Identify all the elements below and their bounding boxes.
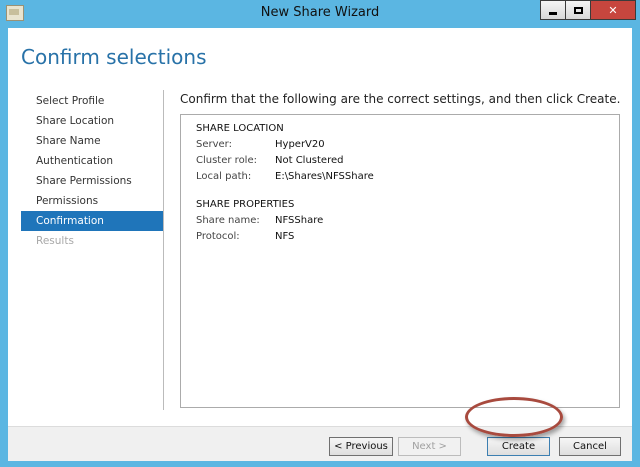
create-button[interactable]: Create [487, 437, 550, 456]
summary-row: Local path: E:\Shares\NFSShare [196, 171, 374, 182]
nav-item-share-permissions[interactable]: Share Permissions [21, 171, 163, 191]
nav-item-confirmation[interactable]: Confirmation [21, 211, 163, 231]
summary-row: Server: HyperV20 [196, 139, 325, 150]
nav-item-share-name[interactable]: Share Name [21, 131, 163, 151]
section-title-share-location: SHARE LOCATION [196, 123, 284, 134]
maximize-icon [573, 6, 583, 14]
summary-row: Protocol: NFS [196, 231, 295, 242]
nav-item-select-profile[interactable]: Select Profile [21, 91, 163, 111]
page-title: Confirm selections [21, 45, 207, 69]
wizard-content: Confirm selections Select Profile Share … [8, 28, 632, 461]
nav-item-authentication[interactable]: Authentication [21, 151, 163, 171]
nav-item-permissions[interactable]: Permissions [21, 191, 163, 211]
button-bar: < Previous Next > Create Cancel [8, 426, 632, 461]
nav-item-share-location[interactable]: Share Location [21, 111, 163, 131]
close-icon: ✕ [608, 3, 618, 17]
section-title-share-properties: SHARE PROPERTIES [196, 199, 295, 210]
minimize-button[interactable] [540, 0, 566, 20]
wizard-window: New Share Wizard ✕ Confirm selections Se… [0, 0, 640, 467]
summary-row: Cluster role: Not Clustered [196, 155, 344, 166]
close-button[interactable]: ✕ [590, 0, 636, 20]
minimize-icon [549, 12, 557, 15]
summary-panel: SHARE LOCATION Server: HyperV20 Cluster r… [180, 114, 620, 408]
wizard-steps-nav: Select Profile Share Location Share Name… [21, 91, 163, 251]
window-controls: ✕ [540, 0, 636, 21]
cancel-button[interactable]: Cancel [559, 437, 621, 456]
next-button: Next > [398, 437, 461, 456]
nav-divider [163, 90, 164, 410]
instruction-text: Confirm that the following are the corre… [180, 92, 621, 106]
summary-row: Share name: NFSShare [196, 215, 324, 226]
previous-button[interactable]: < Previous [329, 437, 393, 456]
nav-item-results: Results [36, 235, 74, 247]
maximize-button[interactable] [565, 0, 591, 20]
title-bar[interactable]: New Share Wizard ✕ [0, 0, 640, 26]
